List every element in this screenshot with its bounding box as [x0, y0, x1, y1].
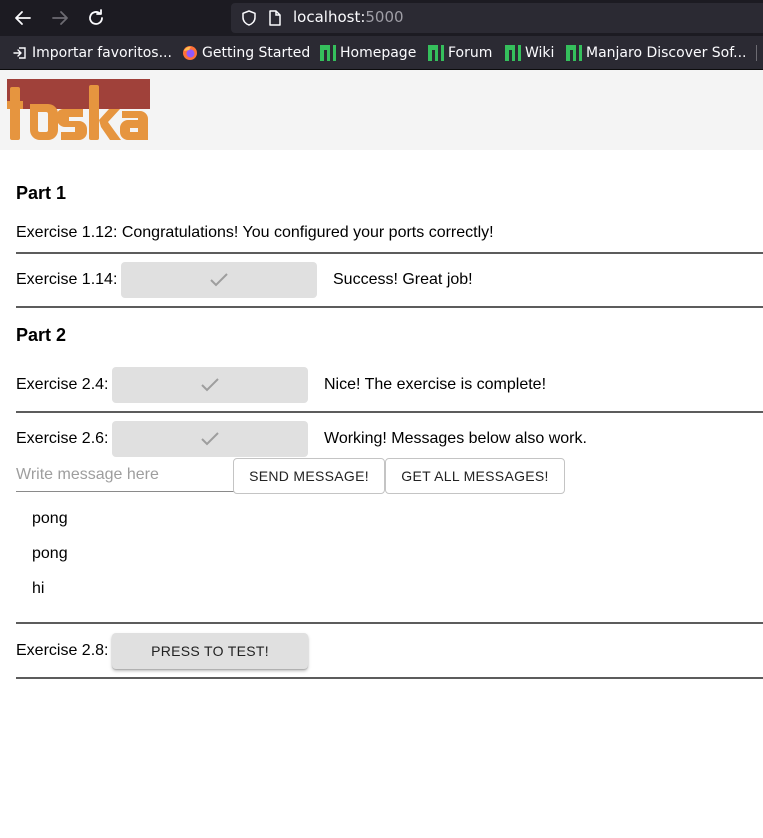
- bookmark-label: Manjaro Discover Sof...: [586, 45, 747, 61]
- send-message-button[interactable]: SEND MESSAGE!: [233, 458, 385, 494]
- check-icon: [210, 273, 228, 287]
- exercise-2-6-success-button[interactable]: [112, 421, 308, 457]
- firefox-icon: [183, 46, 197, 60]
- exercise-2-4-label: Exercise 2.4:: [16, 376, 109, 393]
- press-to-test-button[interactable]: PRESS TO TEST!: [112, 633, 308, 669]
- message-item: hi: [32, 580, 45, 597]
- manjaro-icon: [505, 45, 521, 61]
- check-icon: [201, 432, 219, 446]
- shield-icon[interactable]: [240, 9, 258, 27]
- bookmark-label: Forum: [448, 45, 493, 61]
- message-item: pong: [32, 545, 68, 562]
- bookmark-import-favorites[interactable]: Importar favoritos...: [12, 43, 172, 63]
- divider: [16, 306, 763, 308]
- part2-heading: Part 2: [16, 325, 67, 345]
- divider: [16, 677, 763, 679]
- bookmark-label: Importar favoritos...: [32, 45, 172, 61]
- url-text[interactable]: localhost:5000: [293, 8, 404, 26]
- divider: [16, 622, 763, 624]
- forward-arrow-icon[interactable]: [49, 7, 71, 29]
- bookmarks-toolbar: Importar favoritos... Getting Started Ho…: [0, 36, 763, 70]
- message-input[interactable]: [16, 458, 234, 492]
- message-item: pong: [32, 510, 68, 527]
- import-icon: [13, 47, 26, 59]
- site-header: [0, 70, 763, 150]
- get-all-messages-button[interactable]: GET ALL MESSAGES!: [385, 458, 565, 494]
- manjaro-icon: [566, 45, 582, 61]
- page-icon[interactable]: [266, 9, 284, 27]
- browser-toolbar: localhost:5000: [0, 0, 763, 36]
- divider: [16, 411, 763, 413]
- url-host: localhost:: [293, 8, 366, 26]
- manjaro-icon: [320, 45, 336, 61]
- part1-heading: Part 1: [16, 183, 67, 203]
- manjaro-icon: [428, 45, 444, 61]
- exercise-1-14-label: Exercise 1.14:: [16, 271, 118, 288]
- bookmark-homepage[interactable]: Homepage: [320, 43, 416, 63]
- exercise-1-14-status: Success! Great job!: [333, 271, 473, 288]
- reload-icon[interactable]: [85, 7, 107, 29]
- toolbar-separator: [756, 45, 757, 61]
- exercise-1-12-text: Exercise 1.12: Congratulations! You conf…: [16, 224, 494, 241]
- bookmark-label: Getting Started: [202, 45, 311, 61]
- bookmark-forum[interactable]: Forum: [428, 43, 492, 63]
- divider: [16, 252, 763, 254]
- bookmark-manjaro-discover[interactable]: Manjaro Discover Sof...: [566, 43, 747, 63]
- toska-logo: [7, 79, 150, 140]
- bookmark-label: Homepage: [340, 45, 417, 61]
- bookmark-getting-started[interactable]: Getting Started: [182, 43, 310, 63]
- exercise-2-4-success-button[interactable]: [112, 367, 308, 403]
- back-arrow-icon[interactable]: [12, 7, 34, 29]
- bookmark-label: Wiki: [525, 45, 555, 61]
- bookmark-wiki[interactable]: Wiki: [505, 43, 554, 63]
- exercise-2-4-status: Nice! The exercise is complete!: [324, 376, 547, 393]
- exercise-2-6-label: Exercise 2.6:: [16, 430, 109, 447]
- address-bar[interactable]: localhost:5000: [231, 3, 763, 33]
- exercise-2-6-status: Working! Messages below also work.: [324, 430, 587, 447]
- exercise-1-14-success-button[interactable]: [121, 262, 317, 298]
- url-port: 5000: [365, 8, 404, 26]
- check-icon: [201, 378, 219, 392]
- exercise-2-8-label: Exercise 2.8:: [16, 642, 109, 659]
